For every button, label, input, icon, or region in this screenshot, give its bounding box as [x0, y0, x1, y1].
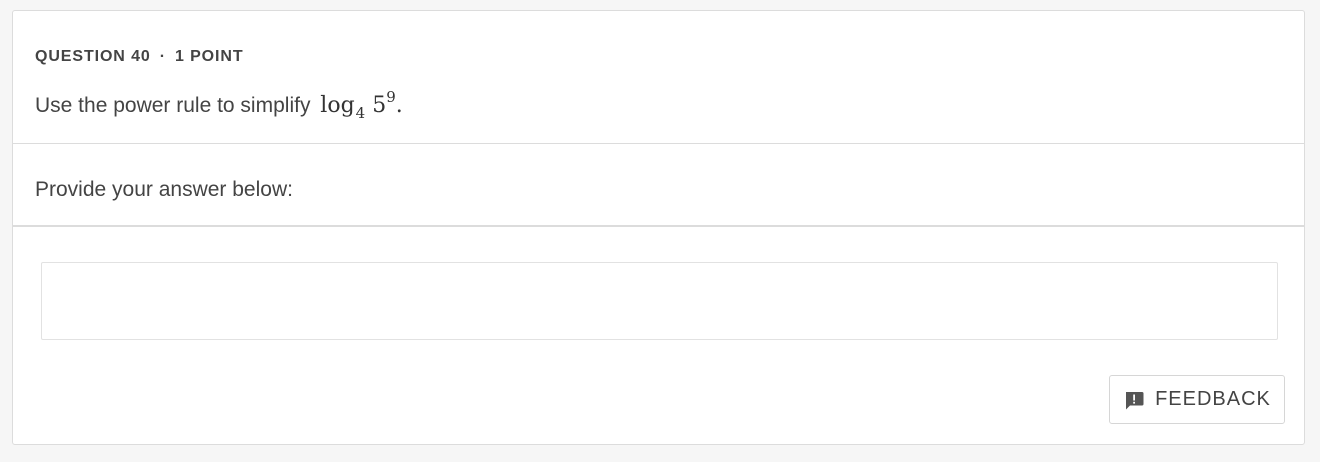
- math-expression: log4 59.: [320, 88, 403, 122]
- math-exponent: 9: [386, 88, 396, 106]
- feedback-label: FEEDBACK: [1155, 388, 1271, 410]
- feedback-button[interactable]: FEEDBACK: [1109, 375, 1285, 424]
- math-trailing: .: [395, 93, 403, 118]
- math-base: 4: [355, 104, 366, 122]
- answer-input[interactable]: [41, 262, 1278, 340]
- meta-separator: ·: [159, 48, 166, 65]
- question-points: 1 POINT: [174, 48, 244, 65]
- math-argument: 5: [372, 93, 387, 118]
- answer-label: Provide your answer below:: [35, 178, 293, 201]
- prompt-text: Use the power rule to simplify: [35, 94, 311, 117]
- question-card: QUESTION 40 · 1 POINT Use the power rule t…: [12, 10, 1305, 445]
- feedback-exclamation-icon: [1123, 389, 1145, 411]
- question-header: QUESTION 40 · 1 POINT Use the power rule t…: [13, 11, 1304, 144]
- math-func: log: [320, 93, 355, 118]
- question-prompt: Use the power rule to simplify log4 59.: [35, 88, 403, 122]
- answer-label-row: Provide your answer below:: [13, 144, 1304, 227]
- question-meta: QUESTION 40 · 1 POINT: [35, 48, 244, 66]
- question-number: QUESTION 40: [35, 48, 151, 65]
